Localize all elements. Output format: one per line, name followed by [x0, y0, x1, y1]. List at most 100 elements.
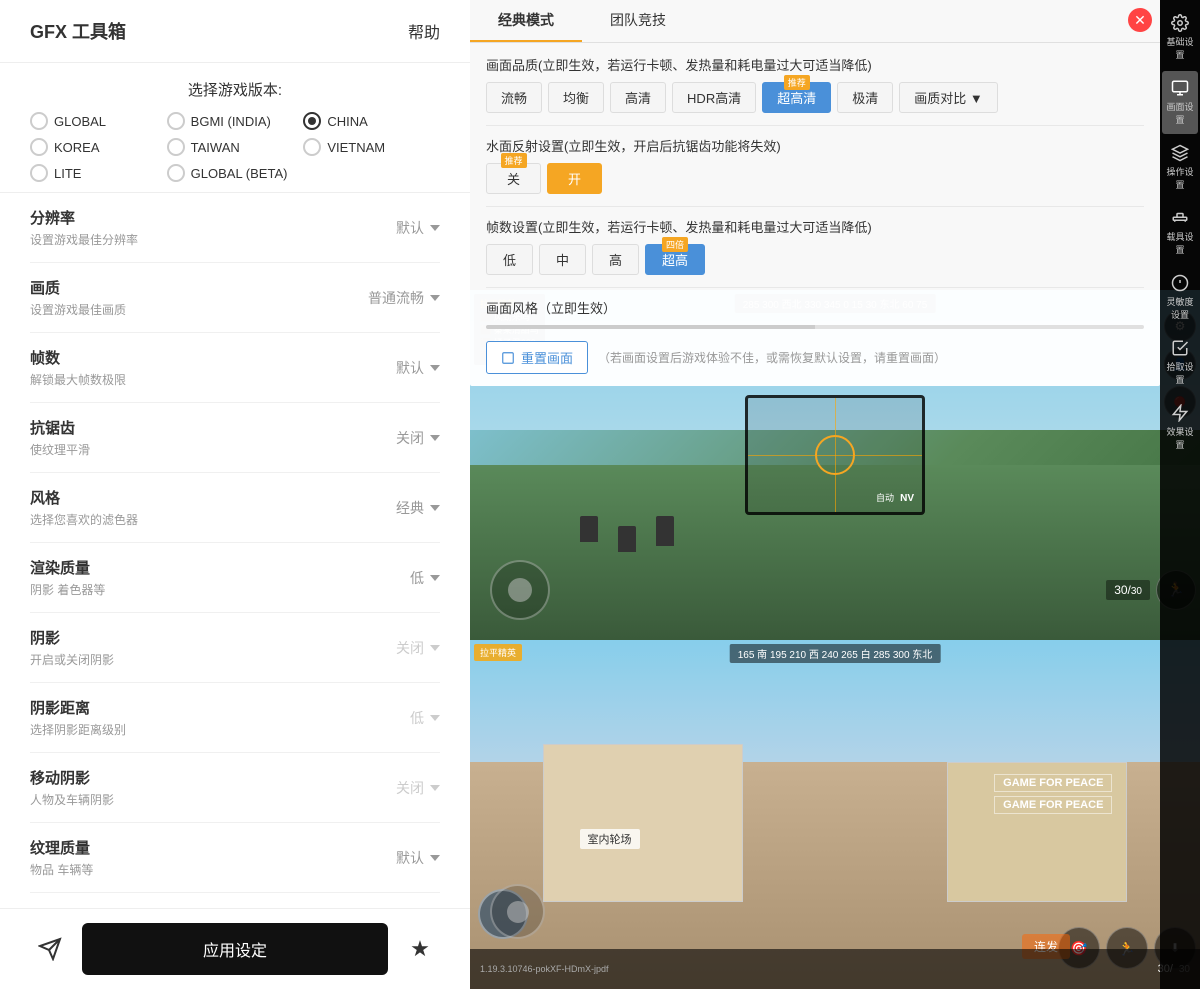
- game-screenshot-bottom: GAME FOR PEACE GAME FOR PEACE 拉平精英 165 南…: [470, 640, 1200, 989]
- setting-texture-control[interactable]: 默认: [396, 848, 440, 868]
- logo-area: GAME FOR PEACE GAME FOR PEACE: [994, 774, 1112, 814]
- setting-moving-shadow: 移动阴影 人物及车辆阴影 关闭: [30, 753, 440, 823]
- radio-bgmi[interactable]: [167, 112, 185, 130]
- radio-global[interactable]: [30, 112, 48, 130]
- logo-banner-2: GAME FOR PEACE: [994, 796, 1112, 814]
- auto-label: 自动: [876, 491, 894, 504]
- setting-shadow-control[interactable]: 关闭: [396, 638, 440, 658]
- radio-lite[interactable]: [30, 164, 48, 182]
- fps-btn-mid[interactable]: 中: [539, 244, 586, 275]
- radio-korea[interactable]: [30, 138, 48, 156]
- star-button[interactable]: ★: [400, 929, 440, 969]
- fps-btn-high[interactable]: 高: [592, 244, 639, 275]
- indoor-label: 室内轮场: [580, 829, 640, 849]
- version-option-vietnam[interactable]: VIETNAM: [303, 138, 440, 156]
- logo-banner-1: GAME FOR PEACE: [994, 774, 1112, 792]
- chevron-down-icon: [430, 365, 440, 371]
- water-section: 水面反射设置(立即生效，开启后抗锯齿功能将失效) 推荐 关 开: [486, 136, 1144, 194]
- radio-china[interactable]: [303, 112, 321, 130]
- setting-fps-control[interactable]: 默认: [396, 358, 440, 378]
- fps-btn-low[interactable]: 低: [486, 244, 533, 275]
- reset-icon: [501, 351, 515, 365]
- setting-shadow-dist-control[interactable]: 低: [410, 708, 440, 728]
- style-label: 画面风格（立即生效）: [486, 298, 1144, 317]
- quality-btn-extreme[interactable]: 极清: [837, 82, 893, 113]
- version-option-china[interactable]: CHINA: [303, 112, 440, 130]
- version-section: 选择游戏版本: GLOBAL BGMI (INDIA) CHINA KOREA: [0, 63, 470, 193]
- chevron-down-icon: [430, 855, 440, 861]
- version-option-global[interactable]: GLOBAL: [30, 112, 167, 130]
- chevron-down-icon: [430, 225, 440, 231]
- sidebar-item-pickup[interactable]: 拾取设置: [1162, 331, 1198, 394]
- radio-vietnam[interactable]: [303, 138, 321, 156]
- quality-btn-hdr[interactable]: HDR高清: [672, 82, 756, 113]
- fps-label: 帧数设置(立即生效，若运行卡顿、发热量和耗电量过大可适当降低): [486, 217, 1144, 236]
- water-badge: 推荐: [500, 153, 526, 168]
- tab-team[interactable]: 团队竞技: [582, 0, 694, 42]
- version-title: 选择游戏版本:: [30, 79, 440, 100]
- setting-render-control[interactable]: 低: [410, 568, 440, 588]
- setting-render: 渲染质量 阴影 着色器等 低: [30, 543, 440, 613]
- nv-label: NV: [900, 493, 914, 504]
- setting-antialiasing-control[interactable]: 关闭: [396, 428, 440, 448]
- sensitivity-settings-icon: [1171, 274, 1189, 292]
- game-hud-bottom: GAME FOR PEACE GAME FOR PEACE 拉平精英 165 南…: [470, 640, 1200, 989]
- water-toggle-buttons: 推荐 关 开: [486, 163, 1144, 194]
- water-btn-on[interactable]: 开: [547, 163, 602, 194]
- setting-quality-control[interactable]: 普通流畅: [368, 288, 440, 308]
- version-option-korea[interactable]: KOREA: [30, 138, 167, 156]
- quality-buttons: 流畅 均衡 高清 HDR高清 推荐 超高清 极清 画质对比 ▼: [486, 82, 1144, 113]
- quality-btn-balanced[interactable]: 均衡: [548, 82, 604, 113]
- version-tag: 1.19.3.10746-pokXF-HDmX-jpdf: [480, 964, 609, 974]
- settings-overlay: ✕ 经典模式 团队竞技 画面品质(立即生效，若运行卡顿、发热量和耗电量过大可适当…: [470, 0, 1160, 386]
- quality-btn-compare[interactable]: 画质对比 ▼: [899, 82, 997, 113]
- divider3: [486, 287, 1144, 288]
- operation-settings-icon: [1171, 144, 1189, 162]
- joystick[interactable]: [490, 560, 550, 620]
- sidebar-item-effect[interactable]: 效果设置: [1162, 396, 1198, 459]
- apply-button[interactable]: 应用设定: [82, 923, 388, 975]
- setting-moving-shadow-control[interactable]: 关闭: [396, 778, 440, 798]
- setting-style-control[interactable]: 经典: [396, 498, 440, 518]
- close-button[interactable]: ✕: [1128, 8, 1152, 32]
- weapon-settings-icon: [1171, 209, 1189, 227]
- fps-btn-ultrahigh[interactable]: 四倍 超高: [645, 244, 705, 275]
- quality-btn-ultrahd[interactable]: 推荐 超高清: [762, 82, 831, 113]
- scope-overlay: NV 自动: [745, 395, 925, 515]
- setting-style: 风格 选择您喜欢的滤色器 经典: [30, 473, 440, 543]
- bottom-hud: 1.19.3.10746-pokXF-HDmX-jpdf 30/ 30: [470, 949, 1200, 989]
- joystick-inner: [508, 578, 532, 602]
- version-option-bgmi[interactable]: BGMI (INDIA): [167, 112, 304, 130]
- sidebar-item-sensitivity[interactable]: 灵敏度设置: [1162, 266, 1198, 329]
- radio-taiwan[interactable]: [167, 138, 185, 156]
- sidebar-item-basic[interactable]: 基础设置: [1162, 6, 1198, 69]
- divider: [486, 125, 1144, 126]
- sidebar-item-weapon[interactable]: 载具设置: [1162, 201, 1198, 264]
- setting-shadow-dist: 阴影距离 选择阴影距离级别 低: [30, 683, 440, 753]
- setting-resolution-control[interactable]: 默认: [396, 218, 440, 238]
- quality-btn-smooth[interactable]: 流畅: [486, 82, 542, 113]
- ammo-display: 30/30: [1106, 580, 1150, 600]
- radio-global-beta[interactable]: [167, 164, 185, 182]
- sidebar-item-operation[interactable]: 操作设置: [1162, 136, 1198, 199]
- reset-button[interactable]: 重置画面: [486, 341, 588, 374]
- tab-classic[interactable]: 经典模式: [470, 0, 582, 42]
- joystick-bottom[interactable]: [490, 884, 545, 939]
- chevron-down-icon: [430, 435, 440, 441]
- fps-buttons: 低 中 高 四倍 超高: [486, 244, 1144, 275]
- setting-effect-quality: 效果质量 火花 爆炸 射击等 默认: [30, 893, 440, 908]
- style-slider[interactable]: [486, 325, 1144, 329]
- header: GFX 工具箱 帮助: [0, 0, 470, 63]
- screen-settings-icon: [1171, 79, 1189, 97]
- chevron-down-icon: [430, 645, 440, 651]
- chevron-down-icon: [430, 295, 440, 301]
- app-title: GFX 工具箱: [30, 18, 126, 44]
- version-option-taiwan[interactable]: TAIWAN: [167, 138, 304, 156]
- version-option-global-beta[interactable]: GLOBAL (BETA): [167, 164, 440, 182]
- send-button[interactable]: [30, 929, 70, 969]
- help-link[interactable]: 帮助: [408, 19, 440, 43]
- version-option-lite[interactable]: LITE: [30, 164, 167, 182]
- game-area: 285 300 西北 330 345 0 15 30 东北 60 75 拉平精英…: [470, 290, 1200, 989]
- sidebar-item-screen[interactable]: 画面设置: [1162, 71, 1198, 134]
- quality-btn-hd[interactable]: 高清: [610, 82, 666, 113]
